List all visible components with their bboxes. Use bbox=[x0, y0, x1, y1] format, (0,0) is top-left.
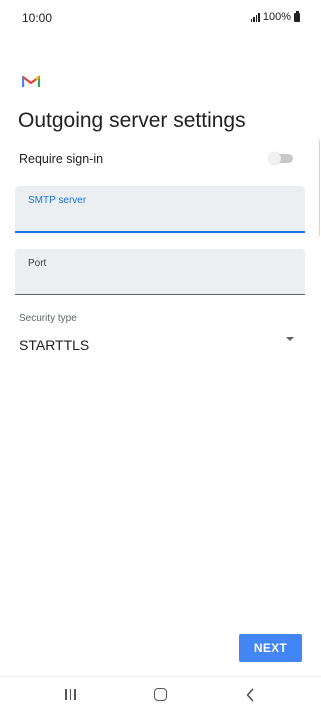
dropdown-arrow-icon[interactable] bbox=[286, 337, 294, 341]
back-icon[interactable] bbox=[246, 688, 254, 702]
port-field[interactable]: Port bbox=[15, 249, 305, 295]
signal-icon bbox=[250, 12, 260, 22]
require-signin-toggle[interactable] bbox=[268, 152, 294, 165]
security-type-label: Security type bbox=[19, 313, 77, 324]
battery-icon bbox=[294, 10, 300, 22]
status-time: 10:00 bbox=[22, 11, 53, 25]
scroll-indicator bbox=[316, 138, 320, 238]
smtp-server-field[interactable]: SMTP server bbox=[15, 186, 305, 233]
page-title: Outgoing server settings bbox=[18, 109, 246, 132]
security-type-dropdown[interactable]: STARTTLS bbox=[19, 337, 89, 353]
battery-percentage: 100% bbox=[262, 11, 291, 23]
require-signin-label: Require sign-in bbox=[19, 152, 104, 166]
port-input[interactable] bbox=[28, 271, 288, 289]
gmail-icon bbox=[22, 75, 40, 87]
port-label: Port bbox=[28, 258, 47, 269]
recents-icon[interactable] bbox=[65, 689, 77, 700]
status-indicators: 100% bbox=[250, 10, 300, 23]
smtp-server-label: SMTP server bbox=[28, 195, 87, 206]
smtp-server-input[interactable] bbox=[28, 208, 288, 226]
home-icon[interactable] bbox=[154, 688, 167, 701]
toggle-thumb bbox=[268, 152, 281, 165]
next-button[interactable]: NEXT bbox=[239, 634, 302, 662]
